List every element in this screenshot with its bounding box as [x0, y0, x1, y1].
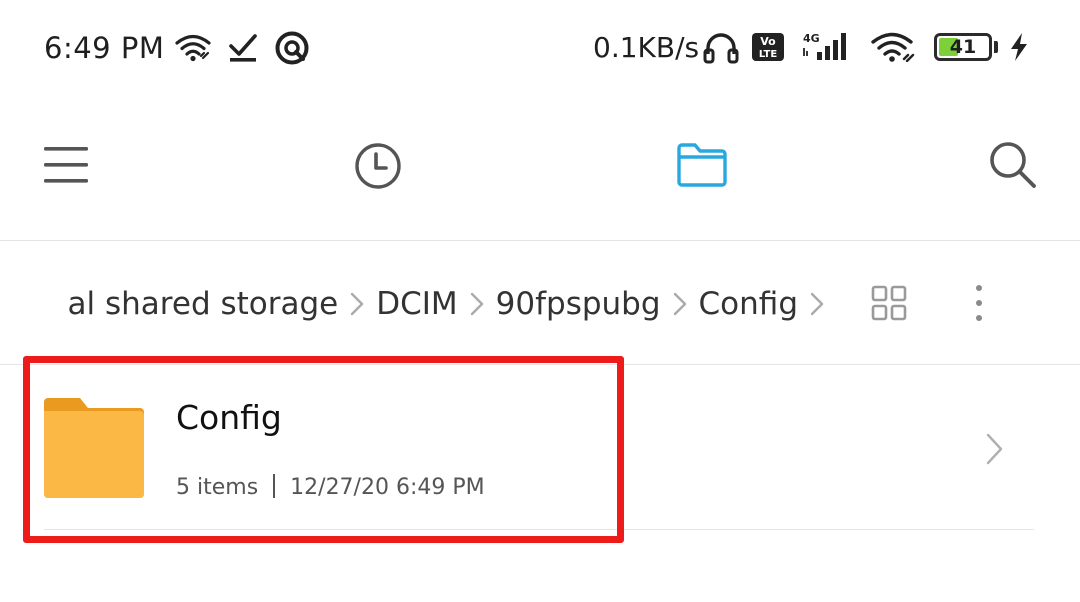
signal-4g-icon: 4G	[803, 32, 846, 60]
hamburger-menu-icon[interactable]	[42, 144, 90, 186]
svg-text:4G: 4G	[803, 32, 820, 45]
file-manager-screen: 6:49 PM 0.1KB/s Vo LTE 4G 41 al shared s…	[0, 0, 1080, 602]
folder-icon	[44, 398, 144, 498]
network-speed: 0.1KB/s	[593, 31, 700, 64]
grid-view-icon[interactable]	[870, 285, 908, 321]
chevron-right-icon	[986, 433, 1003, 465]
headset-icon	[703, 33, 739, 64]
breadcrumb-item-90fpspubg[interactable]: 90fpspubg	[496, 284, 661, 324]
folder-name: Config	[176, 398, 282, 437]
file-list: Config 5 items 12/27/20 6:49 PM	[0, 365, 1080, 602]
more-vertical-icon[interactable]	[972, 284, 986, 324]
chevron-right-icon	[810, 292, 824, 316]
top-toolbar	[0, 96, 1080, 240]
breadcrumb: al shared storage DCIM 90fpspubg Config	[0, 241, 840, 364]
chevron-right-icon	[351, 292, 364, 316]
breadcrumb-item-config[interactable]: Config	[699, 284, 798, 324]
chevron-right-icon	[673, 292, 686, 316]
battery-cap	[994, 41, 998, 53]
volte-icon: Vo LTE	[752, 33, 784, 61]
app-notification-icon	[275, 31, 309, 65]
charging-icon	[1011, 33, 1027, 61]
svg-text:LTE: LTE	[759, 49, 778, 60]
list-item-config-folder[interactable]: Config 5 items 12/27/20 6:49 PM	[0, 365, 1080, 530]
row-divider	[44, 529, 1034, 530]
folder-modified-date: 12/27/20 6:49 PM	[290, 475, 485, 500]
status-bar: 6:49 PM 0.1KB/s Vo LTE 4G 41	[0, 0, 1080, 96]
meta-separator	[273, 474, 276, 498]
svg-text:Vo: Vo	[760, 35, 776, 48]
folder-item-count: 5 items	[176, 475, 259, 500]
status-time: 6:49 PM	[44, 31, 165, 65]
folder-meta: 5 items 12/27/20 6:49 PM	[176, 473, 485, 503]
clock-icon[interactable]	[354, 142, 402, 190]
wifi-icon	[175, 34, 211, 62]
breadcrumb-item-dcim[interactable]: DCIM	[376, 284, 457, 324]
chevron-right-icon	[470, 292, 483, 316]
breadcrumb-item-storage[interactable]: al shared storage	[68, 284, 339, 324]
breadcrumb-bar: al shared storage DCIM 90fpspubg Config	[0, 241, 1080, 364]
download-done-icon	[229, 34, 257, 62]
battery-level: 41	[949, 36, 977, 58]
breadcrumb-track: al shared storage DCIM 90fpspubg Config	[68, 284, 836, 324]
battery-icon: 41	[934, 33, 992, 61]
folder-icon[interactable]	[676, 142, 728, 188]
wifi-icon	[871, 32, 915, 62]
search-icon[interactable]	[988, 140, 1038, 190]
